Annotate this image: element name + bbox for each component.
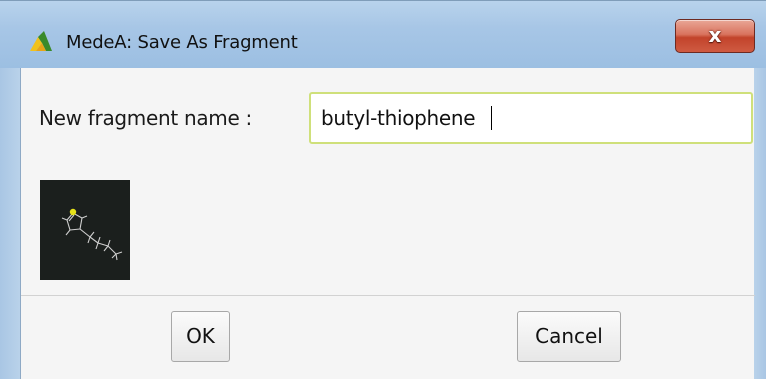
fragment-name-label: New fragment name : <box>39 106 252 130</box>
window-frame-right <box>754 68 766 379</box>
ok-button[interactable]: OK <box>171 311 230 362</box>
close-button[interactable]: x <box>675 19 755 53</box>
molecule-preview <box>40 180 130 280</box>
medea-logo-icon <box>30 31 52 51</box>
button-row-divider <box>21 295 755 296</box>
title-bar[interactable]: MedeA: Save As Fragment x <box>0 0 766 68</box>
cancel-button[interactable]: Cancel <box>517 311 621 362</box>
window-title: MedeA: Save As Fragment <box>66 32 298 53</box>
save-as-fragment-dialog: MedeA: Save As Fragment x New fragment n… <box>0 0 766 379</box>
fragment-name-input[interactable] <box>309 92 753 144</box>
window-frame-left <box>0 68 20 379</box>
text-caret <box>491 106 492 130</box>
molecule-structure-icon <box>61 208 123 261</box>
close-icon: x <box>708 23 722 47</box>
dialog-body: New fragment name : butyl-thiophene OK C… <box>20 68 755 379</box>
